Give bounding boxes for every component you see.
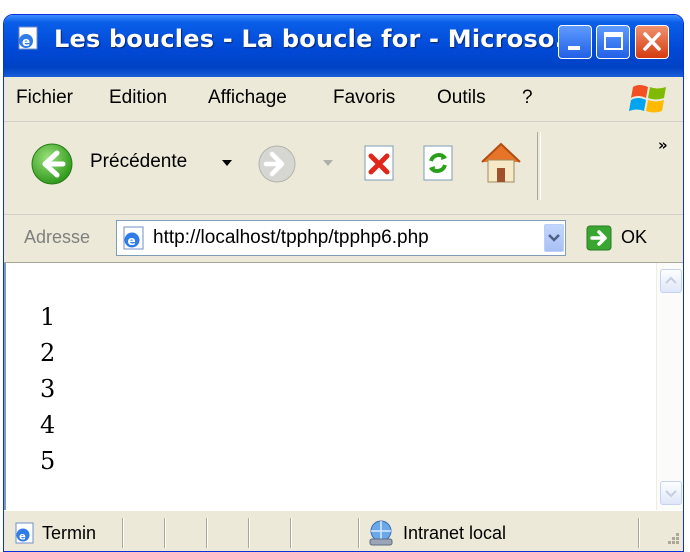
- go-button-label[interactable]: OK: [621, 227, 647, 248]
- address-dropdown-button[interactable]: [544, 224, 564, 252]
- close-button[interactable]: [635, 25, 669, 59]
- menu-favoris[interactable]: Favoris: [333, 87, 395, 109]
- output-line: 2: [40, 339, 56, 367]
- address-bar: Adresse e http://localhost/tpphp/tpphp6.…: [4, 215, 683, 263]
- browser-window: e Les boucles - La boucle for - Microso.…: [3, 14, 684, 552]
- refresh-icon[interactable]: [418, 143, 458, 183]
- menu-outils[interactable]: Outils: [437, 87, 486, 109]
- forward-dropdown-icon[interactable]: [323, 160, 333, 168]
- back-dropdown-icon[interactable]: [222, 160, 232, 168]
- chevron-down-icon: [665, 490, 677, 498]
- chevron-down-icon: [548, 234, 560, 242]
- menu-bar: Fichier Edition Affichage Favoris Outils…: [4, 77, 683, 122]
- windows-logo-icon: [629, 85, 666, 113]
- toolbar-separator: [537, 132, 541, 200]
- maximize-button[interactable]: [596, 25, 630, 59]
- resize-grip-icon[interactable]: [663, 531, 681, 549]
- title-bar[interactable]: e Les boucles - La boucle for - Microso.…: [4, 15, 683, 77]
- output-line: 5: [40, 447, 56, 475]
- toolbar-more-chevron[interactable]: »: [658, 136, 668, 154]
- status-divider: [358, 518, 360, 548]
- status-divider: [164, 518, 166, 548]
- status-divider: [248, 518, 250, 548]
- go-arrow-icon[interactable]: [586, 225, 612, 251]
- close-icon: [643, 32, 661, 51]
- scroll-down-button[interactable]: [660, 481, 682, 505]
- menu-edition[interactable]: Edition: [109, 87, 167, 109]
- output-list: 1 2 3 4 5: [40, 299, 55, 479]
- address-input[interactable]: e http://localhost/tpphp/tpphp6.php: [116, 220, 566, 256]
- ie-page-icon: e: [123, 226, 144, 250]
- menu-help[interactable]: ?: [522, 87, 533, 109]
- scroll-up-button[interactable]: [660, 269, 682, 293]
- ie-page-icon: e: [15, 522, 34, 544]
- back-icon[interactable]: [30, 142, 74, 186]
- vertical-scrollbar[interactable]: [656, 263, 683, 510]
- status-divider: [638, 518, 640, 548]
- status-divider: [206, 518, 208, 548]
- intranet-zone-icon: [369, 520, 393, 546]
- chevron-up-icon: [665, 276, 677, 284]
- window-title: Les boucles - La boucle for - Microso...: [54, 25, 583, 53]
- output-line: 4: [40, 411, 56, 439]
- maximize-icon: [604, 32, 623, 50]
- menu-affichage[interactable]: Affichage: [208, 87, 287, 109]
- status-divider: [122, 518, 124, 548]
- status-bar: e Termin Intranet local: [4, 510, 683, 551]
- menu-fichier[interactable]: Fichier: [16, 87, 73, 109]
- standard-toolbar: Précédente »: [4, 122, 683, 215]
- forward-icon[interactable]: [257, 144, 297, 184]
- security-zone-label: Intranet local: [403, 523, 507, 543]
- svg-text:e: e: [128, 234, 136, 248]
- stop-icon[interactable]: [359, 143, 399, 183]
- svg-text:e: e: [22, 35, 30, 49]
- page-content: 1 2 3 4 5: [4, 263, 656, 510]
- output-line: 3: [40, 375, 56, 403]
- status-divider: [290, 518, 292, 548]
- minimize-button[interactable]: [558, 25, 592, 59]
- address-label: Adresse: [24, 227, 91, 247]
- svg-text:e: e: [19, 532, 26, 543]
- address-url[interactable]: http://localhost/tpphp/tpphp6.php: [153, 227, 429, 249]
- output-line: 1: [40, 303, 56, 331]
- home-icon[interactable]: [478, 140, 524, 184]
- status-text: Termin: [42, 523, 97, 543]
- back-button-label[interactable]: Précédente: [90, 151, 187, 173]
- minimize-icon: [568, 46, 580, 50]
- ie-page-icon: e: [18, 26, 38, 50]
